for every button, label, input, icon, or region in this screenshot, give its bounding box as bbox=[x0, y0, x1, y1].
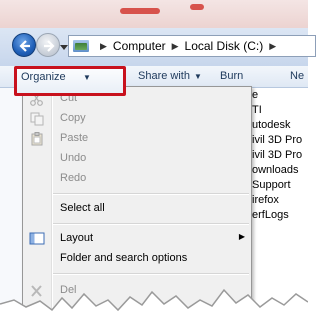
breadcrumb-local-disk[interactable]: Local Disk (C:) bbox=[185, 39, 264, 53]
list-item[interactable]: Support bbox=[252, 178, 312, 193]
back-button[interactable] bbox=[12, 33, 36, 57]
forward-arrow-icon bbox=[44, 40, 55, 52]
menu-item-paste[interactable]: Paste bbox=[23, 129, 251, 149]
layout-icon bbox=[29, 232, 45, 245]
share-with-button[interactable]: Share with ▼ bbox=[138, 66, 202, 88]
torn-edge-decoration bbox=[0, 288, 308, 316]
chevron-right-icon[interactable]: ▶ bbox=[269, 41, 276, 52]
menu-item-redo[interactable]: Redo bbox=[23, 169, 251, 189]
recent-pages-dropdown[interactable] bbox=[60, 42, 68, 54]
menu-item-label: Redo bbox=[60, 172, 87, 184]
menu-separator bbox=[53, 193, 249, 195]
menu-item-label: Paste bbox=[60, 132, 89, 144]
menu-separator bbox=[53, 223, 249, 225]
breadcrumb-computer[interactable]: Computer bbox=[113, 39, 166, 53]
menu-item-undo[interactable]: Undo bbox=[23, 149, 251, 169]
menu-item-label: Folder and search options bbox=[60, 252, 188, 264]
window-title-bar bbox=[0, 0, 308, 28]
share-with-label: Share with bbox=[138, 70, 190, 82]
address-path-box[interactable]: ▶ Computer ▶ Local Disk (C:) ▶ bbox=[68, 35, 316, 57]
menu-item-select-all[interactable]: Select all bbox=[23, 199, 251, 219]
menu-item-label: Layout bbox=[60, 232, 94, 244]
new-folder-button[interactable]: Ne bbox=[290, 66, 304, 88]
chevron-down-icon bbox=[60, 45, 68, 50]
title-decoration bbox=[120, 8, 160, 14]
copy-icon bbox=[30, 112, 44, 126]
list-item[interactable]: ivil 3D Pro bbox=[252, 133, 312, 148]
menu-item-label: Undo bbox=[60, 152, 87, 164]
chevron-down-icon: ▼ bbox=[193, 72, 202, 81]
clipboard-icon bbox=[31, 132, 43, 146]
address-bar-row: ▶ Computer ▶ Local Disk (C:) ▶ bbox=[0, 28, 316, 66]
list-item[interactable]: irefox bbox=[252, 193, 312, 208]
burn-button[interactable]: Burn bbox=[220, 66, 243, 88]
file-list: e TI utodesk ivil 3D Pro ivil 3D Pro own… bbox=[252, 88, 312, 223]
folder-icon bbox=[73, 40, 89, 52]
menu-item-folder-options[interactable]: Folder and search options bbox=[23, 249, 251, 269]
menu-item-label: Copy bbox=[60, 112, 86, 124]
chevron-right-icon[interactable]: ▶ bbox=[100, 41, 107, 52]
organize-button[interactable]: Organize bbox=[21, 71, 66, 83]
menu-item-copy[interactable]: Copy bbox=[23, 109, 251, 129]
menu-item-label: Select all bbox=[60, 202, 105, 214]
title-decoration bbox=[190, 4, 204, 10]
list-item[interactable]: e bbox=[252, 88, 312, 103]
menu-item-layout[interactable]: Layout ▶ bbox=[23, 229, 251, 249]
list-item[interactable]: TI bbox=[252, 103, 312, 118]
back-arrow-icon bbox=[19, 40, 30, 52]
list-item[interactable]: ownloads bbox=[252, 163, 312, 178]
chevron-down-icon[interactable]: ▼ bbox=[83, 73, 91, 82]
list-item[interactable]: ivil 3D Pro bbox=[252, 148, 312, 163]
list-item[interactable]: utodesk bbox=[252, 118, 312, 133]
list-item[interactable]: erfLogs bbox=[252, 208, 312, 223]
forward-button[interactable] bbox=[36, 33, 60, 57]
chevron-right-icon[interactable]: ▶ bbox=[172, 41, 179, 52]
submenu-arrow-icon: ▶ bbox=[238, 232, 245, 241]
